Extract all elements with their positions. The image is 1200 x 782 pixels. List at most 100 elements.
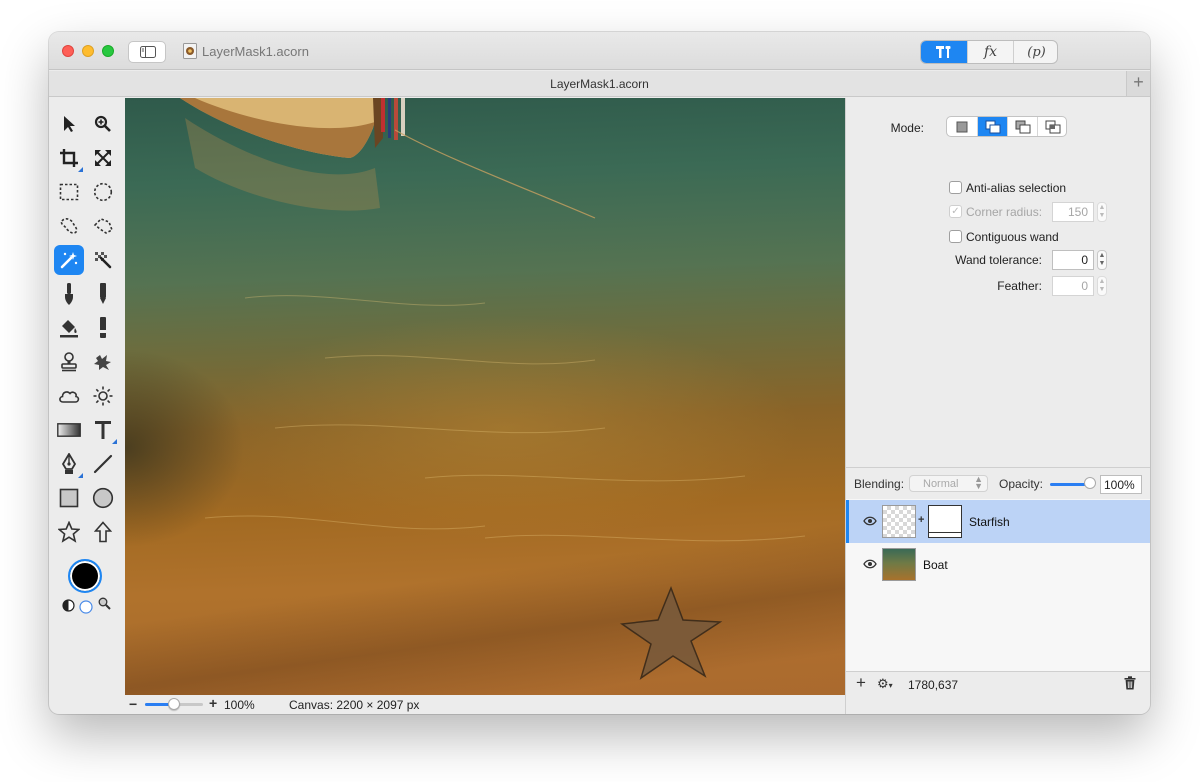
lasso-tool[interactable] xyxy=(54,211,84,241)
corner-radius-stepper[interactable]: ▲ ▼ xyxy=(1097,202,1107,222)
tools-inspector-tab[interactable] xyxy=(921,41,967,63)
pencil-icon xyxy=(100,283,106,304)
arrow-tool[interactable] xyxy=(88,517,118,547)
pencil-tool[interactable] xyxy=(88,279,118,309)
tab-document[interactable]: LayerMask1.acorn xyxy=(49,77,1150,91)
background-color-well[interactable] xyxy=(79,600,93,614)
rectangle-tool[interactable] xyxy=(54,483,84,513)
opacity-slider-knob[interactable] xyxy=(1084,477,1096,489)
zoom-out-button[interactable]: − xyxy=(129,696,137,712)
p-inspector-tab[interactable]: (p) xyxy=(1013,41,1057,63)
burn-tool[interactable] xyxy=(54,381,84,411)
magnifier-icon xyxy=(98,597,111,610)
eye-icon[interactable] xyxy=(863,559,877,569)
crop-icon xyxy=(60,149,78,167)
boat-image xyxy=(180,98,806,680)
eye-icon[interactable] xyxy=(863,516,877,526)
fx-icon: fx xyxy=(983,44,998,60)
line-icon xyxy=(93,454,113,474)
feather-field[interactable]: 0 xyxy=(1052,276,1094,296)
gear-icon: ⚙ xyxy=(877,676,889,691)
trash-icon[interactable] xyxy=(1124,676,1136,690)
image-canvas[interactable] xyxy=(125,98,845,695)
rectangle-icon xyxy=(59,488,79,508)
resize-tool[interactable] xyxy=(88,143,118,173)
tool-options-indicator xyxy=(78,473,83,478)
subtract-selection-icon xyxy=(1015,120,1030,133)
chevron-updown-icon: ▲ ▼ xyxy=(974,474,983,491)
layer-mask-thumbnail[interactable] xyxy=(928,505,962,538)
rect-select-icon xyxy=(59,183,79,201)
tool-options-indicator xyxy=(78,167,83,172)
corner-radius-field[interactable]: 150 xyxy=(1052,202,1094,222)
swap-colors-button[interactable] xyxy=(61,598,75,612)
zoom-in-button[interactable]: + xyxy=(209,695,217,711)
layer-row-starfish[interactable]: + Starfish xyxy=(846,500,1150,543)
blending-mode-select[interactable]: Normal ▲ ▼ xyxy=(909,475,988,492)
anti-alias-checkbox[interactable] xyxy=(949,181,962,194)
opacity-field[interactable]: 100% xyxy=(1100,475,1142,494)
wand-tolerance-stepper[interactable]: ▲ ▼ xyxy=(1097,250,1107,270)
eraser-tool[interactable] xyxy=(88,313,118,343)
new-tab-button[interactable]: + xyxy=(1126,71,1150,96)
circle-icon xyxy=(92,487,114,509)
beach-photo xyxy=(125,98,845,695)
p-icon: (p) xyxy=(1027,44,1046,60)
mode-subtract-selection-button[interactable] xyxy=(1007,117,1037,136)
minimize-window-button[interactable] xyxy=(82,45,94,57)
mode-new-selection-button[interactable] xyxy=(947,117,977,136)
feather-stepper[interactable]: ▲ ▼ xyxy=(1097,276,1107,296)
zoom-slider[interactable] xyxy=(145,698,203,710)
layer-actions-button[interactable]: ⚙▾ xyxy=(877,676,893,692)
magic-eraser-tool[interactable] xyxy=(88,245,118,275)
fx-inspector-tab[interactable]: fx xyxy=(967,41,1013,63)
dodge-tool[interactable] xyxy=(88,381,118,411)
gradient-tool[interactable] xyxy=(54,415,84,445)
canvas-size-label: Canvas: 2200 × 2097 px xyxy=(289,698,420,712)
text-tool[interactable] xyxy=(88,415,118,445)
contiguous-wand-checkbox[interactable] xyxy=(949,230,962,243)
pen-tool[interactable] xyxy=(54,449,84,479)
inspector-segmented-control: fx (p) xyxy=(920,40,1058,64)
tool-options-indicator xyxy=(112,439,117,444)
ellipse-select-tool[interactable] xyxy=(88,177,118,207)
smudge-tool[interactable] xyxy=(88,347,118,377)
magic-wand-icon xyxy=(60,252,78,269)
brush-tool[interactable] xyxy=(54,279,84,309)
color-picker-button[interactable] xyxy=(97,596,111,610)
layer-name: Starfish xyxy=(969,515,1010,529)
clone-stamp-tool[interactable] xyxy=(54,347,84,377)
intersect-selection-icon xyxy=(1045,120,1060,133)
close-window-button[interactable] xyxy=(62,45,74,57)
wand-tolerance-field[interactable]: 0 xyxy=(1052,250,1094,270)
star-tool[interactable] xyxy=(54,517,84,547)
zoom-tool[interactable] xyxy=(88,109,118,139)
paint-bucket-tool[interactable] xyxy=(54,313,84,343)
circle-tool[interactable] xyxy=(88,483,118,513)
tool-inspector: Mode: Anti-alias selection ✓ Corner radi… xyxy=(845,98,1150,467)
line-tool[interactable] xyxy=(88,449,118,479)
foreground-color-well[interactable] xyxy=(68,559,102,593)
zoom-window-button[interactable] xyxy=(102,45,114,57)
magic-eraser-icon xyxy=(95,252,112,269)
corner-radius-checkbox[interactable]: ✓ xyxy=(949,205,962,218)
select-tool[interactable] xyxy=(54,109,84,139)
zoom-icon xyxy=(94,115,111,132)
mode-intersect-selection-button[interactable] xyxy=(1037,117,1066,136)
magic-wand-tool[interactable] xyxy=(54,245,84,275)
rect-select-tool[interactable] xyxy=(54,177,84,207)
add-layer-button[interactable]: + xyxy=(856,673,866,693)
zoom-slider-knob[interactable] xyxy=(168,698,180,710)
new-selection-icon xyxy=(956,121,968,132)
layer-row-boat[interactable]: Boat xyxy=(846,543,1150,586)
blending-mode-value: Normal xyxy=(923,478,959,490)
opacity-label: Opacity: xyxy=(999,477,1044,491)
polygon-lasso-tool[interactable] xyxy=(88,211,118,241)
mode-add-selection-button[interactable] xyxy=(977,117,1007,136)
text-icon xyxy=(95,421,111,439)
sidebar-toggle-button[interactable] xyxy=(128,41,166,63)
layer-thumbnail xyxy=(882,505,916,538)
status-bar: − + 100% Canvas: 2200 × 2097 px xyxy=(125,695,845,714)
crop-tool[interactable] xyxy=(54,143,84,173)
background-color-icon xyxy=(79,600,93,614)
